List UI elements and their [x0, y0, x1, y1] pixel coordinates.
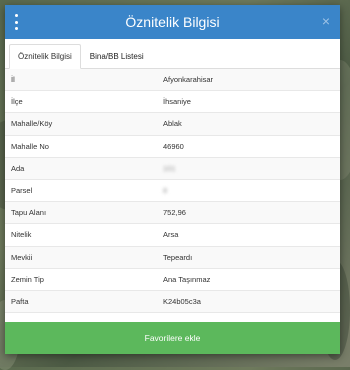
attribute-key: Mevkii: [11, 252, 33, 262]
attribute-value: Arsa: [163, 230, 179, 240]
table-row: Mahalle/Köy Ablak: [5, 113, 340, 136]
attribute-value: K24b05c3a: [163, 296, 201, 306]
table-row: Mevkii Tepeardı: [5, 246, 340, 269]
dialog-title: Öznitelik Bilgisi: [125, 14, 220, 30]
close-icon[interactable]: ×: [322, 13, 330, 29]
tab-building-list[interactable]: Bina/BB Listesi: [81, 44, 153, 69]
table-row: Nitelik Arsa: [5, 224, 340, 247]
attribute-value: Tepeardı: [163, 252, 193, 262]
tab-bar: Öznitelik Bilgisi Bina/BB Listesi: [5, 39, 340, 69]
attribute-key: Ada: [11, 163, 25, 173]
attribute-value-redacted: 101: [163, 163, 176, 173]
tab-attribute-info[interactable]: Öznitelik Bilgisi: [9, 44, 81, 69]
attribute-key: Mahalle No: [11, 141, 49, 151]
vertical-menu-icon[interactable]: [13, 14, 19, 30]
attribute-value: İhsaniye: [163, 97, 191, 107]
attribute-key: İl: [11, 75, 15, 85]
table-row: Parsel 8: [5, 180, 340, 203]
attribute-table: İl Afyonkarahisar İlçe İhsaniye Mahalle/…: [5, 69, 340, 322]
attribute-key: Tapu Alanı: [11, 208, 47, 218]
table-row: Pafta K24b05c3a: [5, 290, 340, 314]
attribute-key: Pafta: [11, 296, 29, 306]
attribute-key: Nitelik: [11, 230, 32, 240]
attribute-value: Afyonkarahisar: [163, 75, 214, 85]
dialog-header: Öznitelik Bilgisi ×: [5, 5, 340, 39]
table-row: Tapu Alanı 752,96: [5, 202, 340, 225]
attribute-dialog: Öznitelik Bilgisi × Öznitelik Bilgisi Bi…: [5, 5, 340, 354]
table-row: İlçe İhsaniye: [5, 91, 340, 114]
attribute-value: Ablak: [163, 119, 182, 129]
attribute-key: İlçe: [11, 97, 23, 107]
table-row: Ada 101: [5, 157, 340, 180]
attribute-key: Parsel: [11, 186, 33, 196]
attribute-key: Mahalle/Köy: [11, 119, 53, 129]
add-to-favorites-button[interactable]: Favorilere ekle: [5, 322, 340, 354]
attribute-value-redacted: 8: [163, 186, 168, 196]
attribute-value: 752,96: [163, 208, 186, 218]
table-row: Mahalle No 46960: [5, 136, 340, 158]
table-row: Zemin Tip Ana Taşınmaz: [5, 269, 340, 291]
table-row: İl Afyonkarahisar: [5, 69, 340, 92]
attribute-key: Zemin Tip: [11, 274, 44, 284]
attribute-value: Ana Taşınmaz: [163, 274, 211, 284]
attribute-value: 46960: [163, 141, 184, 151]
